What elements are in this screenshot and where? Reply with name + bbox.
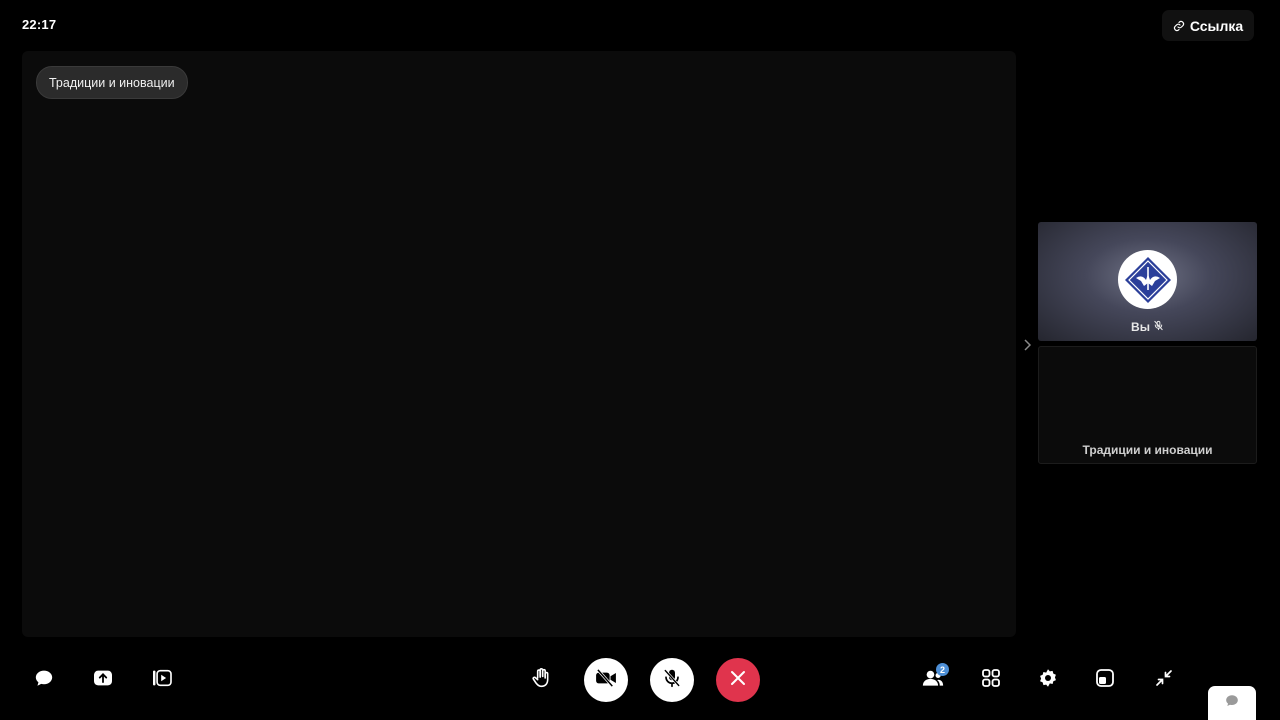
self-tile-name: Вы <box>1038 320 1257 334</box>
avatar <box>1118 250 1177 309</box>
participants-count-badge: 2 <box>936 663 949 676</box>
copy-link-label: Ссылка <box>1189 17 1244 34</box>
share-screen-button[interactable] <box>88 665 118 695</box>
picture-in-picture-button[interactable] <box>1090 665 1120 695</box>
mic-off-icon <box>663 668 681 693</box>
layout-grid-button[interactable] <box>976 665 1006 695</box>
open-chat-fab[interactable] <box>1208 686 1256 720</box>
chat-bubble-icon <box>1225 694 1239 712</box>
participant-video-tile[interactable]: Традиции и иновации <box>1038 346 1257 464</box>
exit-fullscreen-icon <box>1155 669 1173 692</box>
presentation-icon <box>152 669 172 692</box>
settings-button[interactable] <box>1033 665 1063 695</box>
camera-off-icon <box>595 668 617 692</box>
pip-icon <box>1096 668 1114 692</box>
organization-logo-icon <box>1122 254 1173 305</box>
chat-icon <box>34 669 54 692</box>
self-name-label: Вы <box>1131 320 1150 334</box>
hang-up-icon <box>730 670 746 691</box>
settings-icon <box>1038 668 1058 693</box>
participant-tile-name: Традиции и иновации <box>1082 443 1213 457</box>
raise-hand-button[interactable] <box>526 665 556 695</box>
participants-button[interactable]: 2 <box>918 663 949 695</box>
grid-layout-icon <box>982 668 1000 692</box>
microphone-toggle-button[interactable] <box>650 658 694 702</box>
camera-toggle-button[interactable] <box>584 658 628 702</box>
stage-participant-label: Традиции и иновации <box>36 66 188 99</box>
mic-muted-icon <box>1153 320 1164 334</box>
hang-up-button[interactable] <box>716 658 760 702</box>
clock: 22:17 <box>22 17 57 32</box>
main-video-stage: Традиции и иновации <box>22 51 1016 637</box>
copy-link-button[interactable]: Ссылка <box>1162 10 1254 41</box>
self-video-tile[interactable]: Вы <box>1038 222 1257 341</box>
upload-icon <box>93 669 113 692</box>
chat-button[interactable] <box>29 665 59 695</box>
raise-hand-icon <box>531 667 551 694</box>
exit-fullscreen-button[interactable] <box>1149 665 1179 695</box>
collapse-sidebar-chevron-icon[interactable] <box>1021 338 1033 352</box>
link-icon <box>1173 20 1185 32</box>
presentation-button[interactable] <box>147 665 177 695</box>
